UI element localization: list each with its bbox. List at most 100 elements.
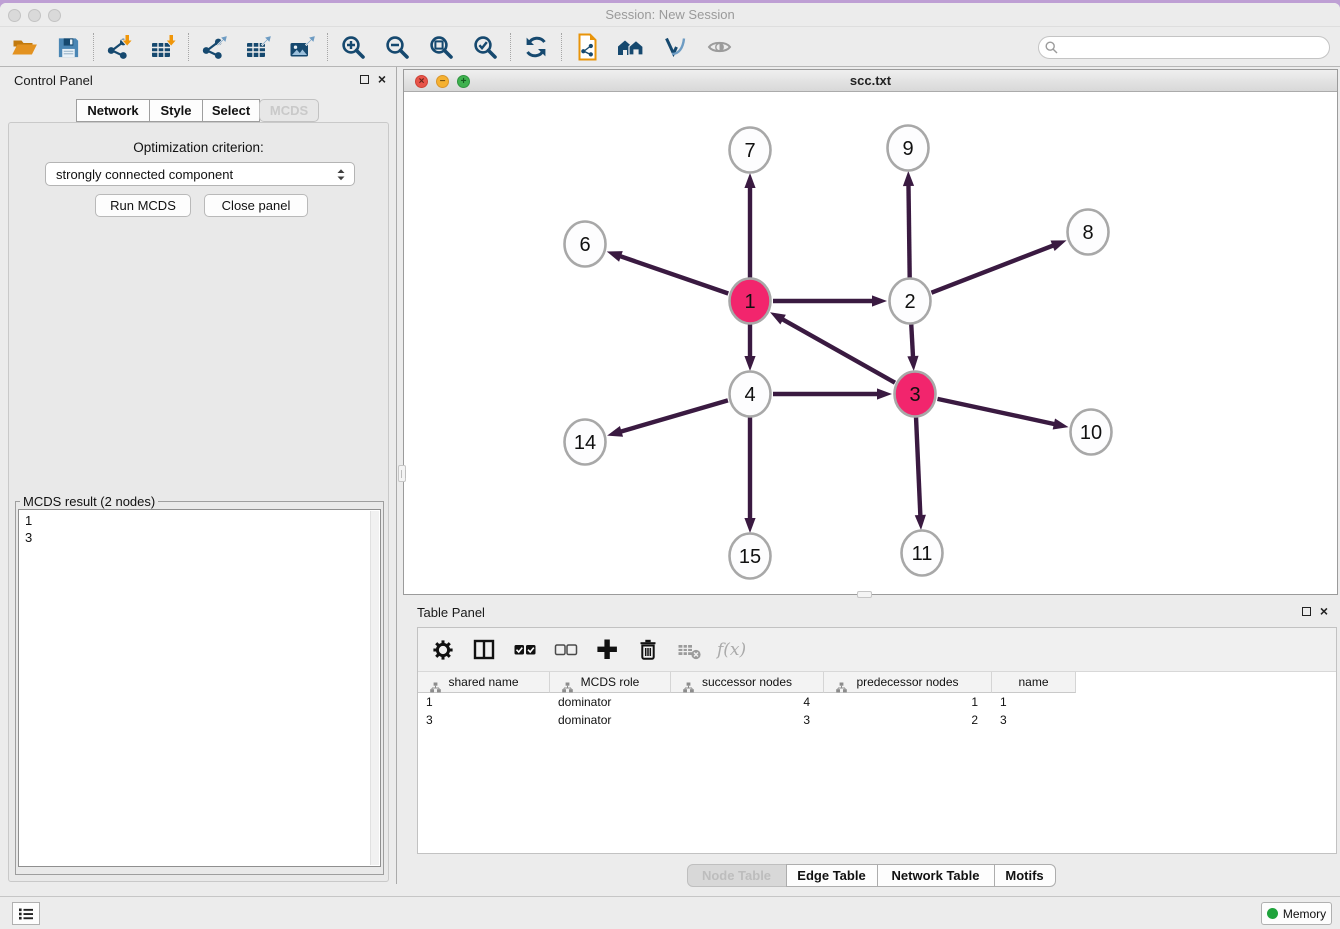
split-pane-grip-vertical[interactable] <box>398 465 406 482</box>
edge-3-1[interactable] <box>770 312 895 382</box>
unselect-all-columns-button[interactable] <box>553 637 579 663</box>
edge-1-4[interactable] <box>744 324 755 371</box>
tab-motifs[interactable]: Motifs <box>994 864 1056 887</box>
node-label: 6 <box>579 234 590 256</box>
destroy-table-button[interactable] <box>676 637 702 663</box>
tab-style[interactable]: Style <box>149 99 203 122</box>
home-button[interactable] <box>609 30 653 64</box>
split-pane-grip-horizontal[interactable] <box>857 591 872 598</box>
zoom-in-button[interactable] <box>331 30 375 64</box>
float-panel-icon[interactable] <box>360 75 369 84</box>
select-all-columns-button[interactable] <box>512 637 538 663</box>
close-panel-button[interactable]: Close panel <box>204 194 308 217</box>
edge-1-6[interactable] <box>607 251 729 293</box>
criterion-dropdown[interactable]: strongly connected component <box>45 162 355 186</box>
add-column-button[interactable] <box>594 637 620 663</box>
column-header-shared-name[interactable]: shared name <box>418 672 550 693</box>
edge-4-15[interactable] <box>744 417 755 533</box>
show-hide-button[interactable] <box>697 30 741 64</box>
toolbar-separator <box>188 33 189 61</box>
node-10[interactable]: 10 <box>1071 410 1112 455</box>
cell-shared-name[interactable]: 1 <box>418 693 550 711</box>
export-network-button[interactable] <box>192 30 236 64</box>
edge-2-3[interactable] <box>907 324 918 371</box>
edge-1-7[interactable] <box>744 173 755 278</box>
tab-network[interactable]: Network <box>76 99 150 122</box>
node-label: 11 <box>912 543 933 565</box>
node-14[interactable]: 14 <box>565 420 606 465</box>
float-table-panel-icon[interactable] <box>1302 607 1311 616</box>
edge-2-8[interactable] <box>931 240 1066 292</box>
export-image-button[interactable] <box>280 30 324 64</box>
home-icon <box>616 34 646 60</box>
zoom-fit-button[interactable] <box>419 30 463 64</box>
column-header-predecessor-nodes[interactable]: predecessor nodes <box>824 672 992 693</box>
network-window-titlebar[interactable]: × − + scc.txt <box>404 70 1337 92</box>
function-builder-button[interactable]: f(x) <box>717 637 746 663</box>
zoom-selected-button[interactable] <box>463 30 507 64</box>
result-scrollbar[interactable] <box>370 511 379 865</box>
node-11[interactable]: 11 <box>902 531 943 576</box>
cell-shared-name[interactable]: 3 <box>418 711 550 729</box>
mcds-result-box: MCDS result (2 nodes) 1 3 <box>15 494 384 875</box>
column-header-successor-nodes[interactable]: successor nodes <box>671 672 824 693</box>
run-mcds-button[interactable]: Run MCDS <box>95 194 191 217</box>
delete-column-button[interactable] <box>635 637 661 663</box>
cell-name[interactable]: 3 <box>992 711 1076 729</box>
cell-name[interactable]: 1 <box>992 693 1076 711</box>
edge-2-9[interactable] <box>903 171 914 278</box>
close-table-panel-icon[interactable]: × <box>1320 606 1328 616</box>
node-6[interactable]: 6 <box>565 222 606 267</box>
column-header-name[interactable]: name <box>992 672 1076 693</box>
cell-successor-nodes[interactable]: 3 <box>671 711 824 729</box>
column-header-MCDS-role[interactable]: MCDS role <box>550 672 671 693</box>
import-network-button[interactable] <box>97 30 141 64</box>
edge-3-10[interactable] <box>937 399 1068 430</box>
node-8[interactable]: 8 <box>1068 210 1109 255</box>
edge-4-14[interactable] <box>607 400 728 436</box>
node-2[interactable]: 2 <box>890 279 931 324</box>
zoom-out-button[interactable] <box>375 30 419 64</box>
cell-MCDS-role[interactable]: dominator <box>550 711 671 729</box>
open-session-icon <box>11 35 38 59</box>
node-3[interactable]: 3 <box>895 372 936 417</box>
network-from-file-button[interactable] <box>565 30 609 64</box>
split-columns-button[interactable] <box>471 637 497 663</box>
cell-predecessor-nodes[interactable]: 2 <box>824 711 992 729</box>
mcds-result-list[interactable]: 1 3 <box>18 509 381 867</box>
tab-edge-table[interactable]: Edge Table <box>786 864 878 887</box>
table-row[interactable]: 3dominator323 <box>418 711 1336 729</box>
close-panel-icon[interactable]: × <box>378 74 386 84</box>
cell-MCDS-role[interactable]: dominator <box>550 693 671 711</box>
edge-3-11[interactable] <box>915 417 926 530</box>
tab-network-table[interactable]: Network Table <box>877 864 995 887</box>
node-9[interactable]: 9 <box>888 126 929 171</box>
node-7[interactable]: 7 <box>730 128 771 173</box>
show-graphics-details-button[interactable] <box>653 30 697 64</box>
table-settings-button[interactable] <box>430 637 456 663</box>
export-table-button[interactable] <box>236 30 280 64</box>
apply-layout-button[interactable] <box>514 30 558 64</box>
table-row[interactable]: 1dominator411 <box>418 693 1336 711</box>
cell-successor-nodes[interactable]: 4 <box>671 693 824 711</box>
node-1[interactable]: 1 <box>730 279 771 324</box>
node-4[interactable]: 4 <box>730 372 771 417</box>
search-input[interactable] <box>1038 36 1330 59</box>
open-session-button[interactable] <box>2 30 46 64</box>
import-table-button[interactable] <box>141 30 185 64</box>
column-label: MCDS role <box>581 675 640 689</box>
node-15[interactable]: 15 <box>730 534 771 579</box>
tab-node-table[interactable]: Node Table <box>687 864 787 887</box>
network-canvas[interactable]: 7 9 6 8 1 2 4 3 14 10 15 11 <box>404 92 1337 594</box>
save-session-button[interactable] <box>46 30 90 64</box>
memory-button[interactable]: Memory <box>1261 902 1332 925</box>
task-history-button[interactable] <box>12 902 40 925</box>
destroy-table-icon <box>677 638 702 662</box>
tab-select[interactable]: Select <box>202 99 260 122</box>
edge-1-2[interactable] <box>773 295 887 306</box>
cell-predecessor-nodes[interactable]: 1 <box>824 693 992 711</box>
edge-4-3[interactable] <box>773 388 892 399</box>
tab-mcds[interactable]: MCDS <box>259 99 319 122</box>
search-box <box>1038 36 1330 59</box>
control-panel: Control Panel × NetworkStyleSelectMCDS O… <box>0 67 397 884</box>
